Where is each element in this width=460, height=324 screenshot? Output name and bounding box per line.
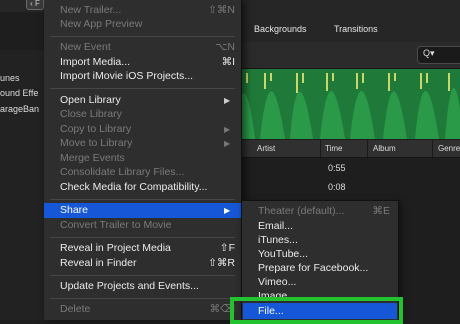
menu-separator [50,298,235,299]
audio-waveform [235,69,460,139]
menu-separator [50,36,235,37]
submenu-arrow-icon: ▶ [224,125,231,134]
menu-item-reveal-in-project-media[interactable]: Reveal in Project Media [60,242,171,255]
menu-item-open-library[interactable]: Open Library [60,94,121,107]
shortcut-new-trailer: ⇧⌘N [208,4,235,16]
menu-item-merge-events: Merge Events [60,152,125,164]
search-icon[interactable]: Q▾ [423,48,435,59]
menu-item-import-imovie-ios[interactable]: Import iMovie iOS Projects... [60,70,193,83]
table-row[interactable]: 0:08 [235,178,460,197]
column-artist[interactable]: Artist [257,144,275,153]
time-cell: 0:55 [328,163,346,173]
column-genre[interactable]: Genre [438,144,460,153]
time-cell: 0:08 [328,182,346,192]
shortcut-import-media: ⌘I [221,56,235,68]
menu-separator [50,275,235,276]
sidebar-item-garageband[interactable]: arageBan [0,104,39,114]
shortcut-new-event: ⌥N [215,41,235,53]
tab-backgrounds[interactable]: Backgrounds [254,24,307,34]
submenu-arrow-icon: ▶ [224,139,231,148]
menu-separator [50,237,235,238]
share-item-email[interactable]: Email... [258,220,293,233]
back-button[interactable]: ‹ F [26,0,44,10]
menu-item-close-library: Close Library [60,108,122,120]
shortcut-reveal-in-finder: ⇧⌘R [208,257,235,269]
menu-separator [50,199,235,200]
table-header: Artist Time Album Genre [235,140,460,158]
menu-item-check-media[interactable]: Check Media for Compatibility... [60,181,207,194]
menu-item-new-trailer: New Trailer... [60,4,122,16]
menu-item-convert-trailer: Convert Trailer to Movie [60,219,172,231]
shortcut-reveal-project-media: ⇧F [219,242,235,254]
shortcut-theater: ⌘E [372,205,390,217]
table-row[interactable]: 0:55 [235,159,460,178]
menu-item-delete: Delete [60,303,91,315]
menu-item-new-app-preview: New App Preview [60,18,143,30]
share-item-vimeo[interactable]: Vimeo... [258,276,296,289]
menu-item-update-projects[interactable]: Update Projects and Events... [60,280,199,293]
submenu-arrow-icon: ▶ [224,206,231,215]
menu-item-new-event: New Event [60,41,111,53]
menu-separator [50,88,235,89]
share-item-theater: Theater (default)... [258,205,345,217]
menu-item-reveal-in-finder[interactable]: Reveal in Finder [60,257,136,270]
file-menu: New Trailer... ⇧⌘N New App Preview New E… [44,0,242,320]
share-item-itunes[interactable]: iTunes... [258,234,298,247]
share-item-facebook[interactable]: Prepare for Facebook... [258,262,368,275]
submenu-arrow-icon: ▶ [224,96,231,105]
sidebar-item-itunes[interactable]: unes [0,73,20,83]
waveform-graphic [235,69,460,139]
menu-item-import-media[interactable]: Import Media... [60,56,130,69]
menu-item-move-to-library: Move to Library [60,137,133,149]
menu-item-consolidate-library: Consolidate Library Files... [60,166,185,178]
sidebar-item-sound-effects[interactable]: ound Effe [0,88,38,98]
menu-item-share[interactable]: Share [60,204,88,217]
column-time[interactable]: Time [325,144,342,153]
column-album[interactable]: Album [373,144,396,153]
tab-transitions[interactable]: Transitions [334,24,378,34]
menu-item-copy-to-library: Copy to Library [60,123,132,135]
share-item-youtube[interactable]: YouTube... [258,248,308,261]
